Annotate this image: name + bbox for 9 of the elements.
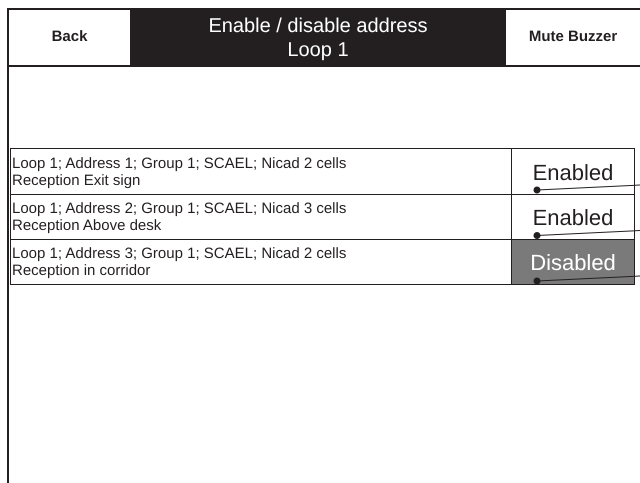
- address-description: Loop 1; Address 2; Group 1; SCAEL; Nicad 3 cells: [12, 200, 348, 217]
- status-toggle-button[interactable]: Disabled: [511, 240, 634, 284]
- address-description: Loop 1; Address 1; Group 1; SCAEL; Nicad 2 cells: [12, 154, 348, 172]
- window-title: Loop 1: [287, 38, 349, 62]
- address-description: Loop 1; Address 3; Group 1; SCAEL; Nicad 2 cells: [12, 245, 348, 262]
- address-description: Reception in corridor: [12, 262, 152, 279]
- window-title: Enable / disable address: [208, 14, 428, 38]
- address-description: Reception Above desk: [12, 217, 162, 234]
- address-description: Reception Exit sign: [12, 172, 142, 188]
